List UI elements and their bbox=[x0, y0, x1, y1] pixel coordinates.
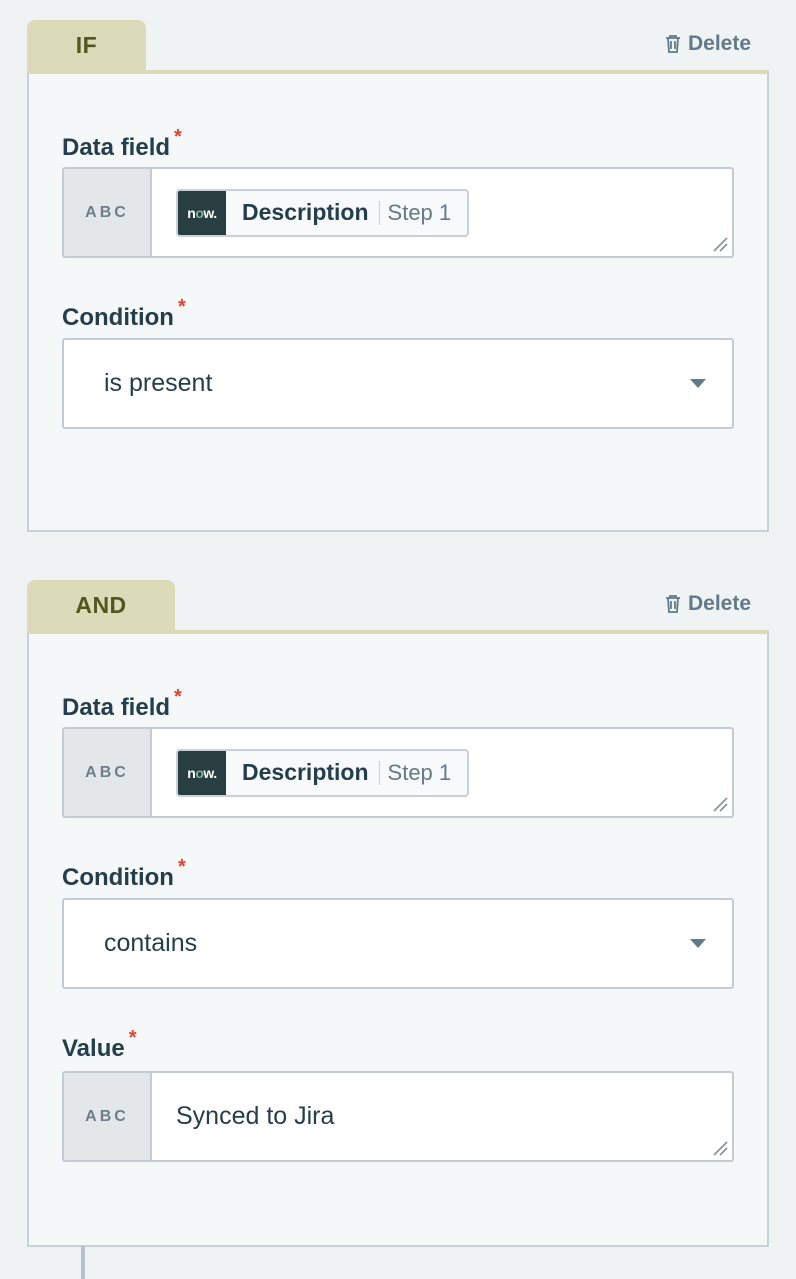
type-badge: ABC bbox=[64, 169, 152, 256]
datapill-step: Step 1 bbox=[380, 751, 468, 795]
type-badge: ABC bbox=[64, 1073, 152, 1160]
caret-down-icon bbox=[690, 379, 706, 388]
datapill-step: Step 1 bbox=[380, 191, 468, 235]
operator-tab: IF bbox=[27, 20, 146, 70]
trash-icon bbox=[665, 35, 681, 53]
condition-block-if: IF Delete Data field* ABC now. Descripti… bbox=[27, 20, 769, 532]
datapill-field-name: Description bbox=[226, 191, 379, 235]
condition-select[interactable]: contains bbox=[62, 898, 734, 989]
value-label: Value* bbox=[62, 1033, 734, 1065]
data-field-input[interactable]: ABC now. Description Step 1 bbox=[62, 727, 734, 818]
block-body: Data field* ABC now. Description Step 1 … bbox=[27, 630, 769, 1247]
condition-value: contains bbox=[104, 929, 197, 958]
servicenow-logo-icon: now. bbox=[178, 751, 226, 795]
trash-icon bbox=[665, 595, 681, 613]
value-input[interactable]: ABC Synced to Jira bbox=[62, 1071, 734, 1162]
required-mark: * bbox=[129, 1027, 137, 1049]
caret-down-icon bbox=[690, 939, 706, 948]
required-mark: * bbox=[178, 296, 186, 318]
conditions-editor: IF Delete Data field* ABC now. Descripti… bbox=[0, 0, 796, 1279]
resize-handle-icon[interactable] bbox=[712, 796, 728, 812]
servicenow-logo-icon: now. bbox=[178, 191, 226, 235]
condition-select[interactable]: is present bbox=[62, 338, 734, 429]
data-field-label: Data field* bbox=[62, 132, 734, 164]
resize-handle-icon[interactable] bbox=[712, 236, 728, 252]
delete-label: Delete bbox=[688, 32, 751, 56]
data-field-input[interactable]: ABC now. Description Step 1 bbox=[62, 167, 734, 258]
required-mark: * bbox=[174, 126, 182, 148]
delete-label: Delete bbox=[688, 592, 751, 616]
delete-button[interactable]: Delete bbox=[665, 32, 751, 56]
condition-value: is present bbox=[104, 369, 212, 398]
data-field-label: Data field* bbox=[62, 692, 734, 724]
block-body: Data field* ABC now. Description Step 1 … bbox=[27, 70, 769, 532]
required-mark: * bbox=[174, 686, 182, 708]
type-badge: ABC bbox=[64, 729, 152, 816]
condition-label: Condition* bbox=[62, 862, 734, 894]
value-text[interactable]: Synced to Jira bbox=[152, 1073, 732, 1160]
datapill[interactable]: now. Description Step 1 bbox=[176, 749, 469, 797]
block-header: IF Delete bbox=[27, 20, 769, 70]
condition-label: Condition* bbox=[62, 302, 734, 334]
datapill-field-name: Description bbox=[226, 751, 379, 795]
flow-connector-line bbox=[81, 1246, 85, 1279]
operator-tab: AND bbox=[27, 580, 175, 630]
resize-handle-icon[interactable] bbox=[712, 1140, 728, 1156]
required-mark: * bbox=[178, 856, 186, 878]
condition-block-and: AND Delete Data field* ABC now. Descript… bbox=[27, 580, 769, 1247]
delete-button[interactable]: Delete bbox=[665, 592, 751, 616]
datapill[interactable]: now. Description Step 1 bbox=[176, 189, 469, 237]
block-header: AND Delete bbox=[27, 580, 769, 630]
